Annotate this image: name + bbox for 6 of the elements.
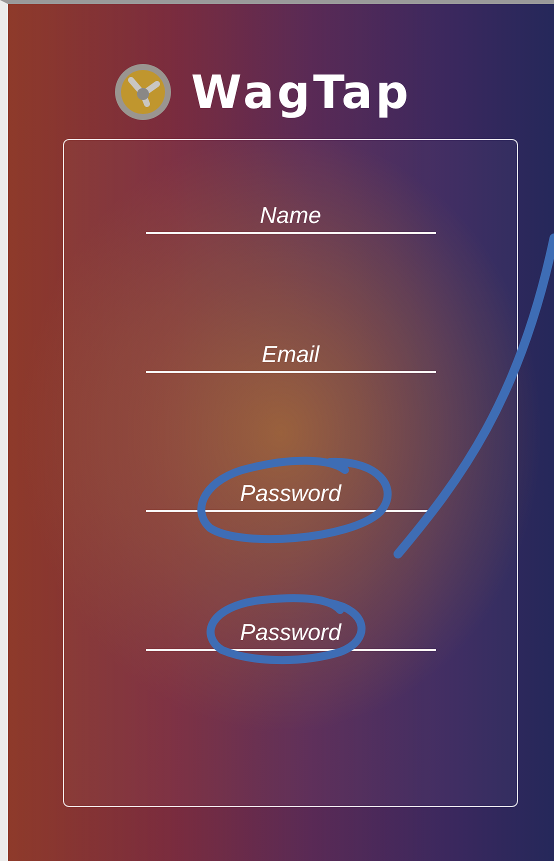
input-field[interactable]: Password [146, 619, 436, 651]
input-field[interactable]: Name [146, 202, 436, 234]
input-field[interactable]: Password [146, 480, 436, 512]
app-title: WagTap [191, 65, 412, 119]
logo-icon [113, 62, 173, 122]
input-field[interactable]: Email [146, 341, 436, 373]
